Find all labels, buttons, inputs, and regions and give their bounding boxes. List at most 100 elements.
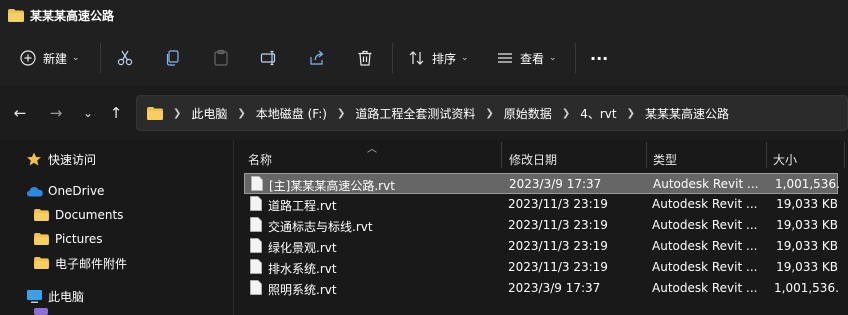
cut-button[interactable] [116,46,134,70]
file-date: 2023/11/3 23:19 [508,197,608,211]
paste-button[interactable] [212,46,230,70]
file-date: 2023/3/9 17:37 [508,281,601,295]
cloud-icon [27,187,43,197]
sort-icon [409,51,424,65]
nav-item-documents[interactable]: Documents [34,204,123,226]
file-row[interactable]: 排水系统.rvt 2023/11/3 23:19 Autodesk Revit … [244,257,838,278]
file-row[interactable]: [主]某某某高速公路.rvt 2023/3/9 17:37 Autodesk R… [244,173,839,194]
sort-label: 排序 [432,51,457,66]
file-row[interactable]: 道路工程.rvt 2023/11/3 23:19 Autodesk Revit … [244,194,838,215]
nav-label: Pictures [55,232,103,246]
file-name: 交通标志与标线.rvt [268,220,373,234]
sort-button[interactable]: 排序 ⌄ [408,46,469,70]
copy-icon [166,50,179,66]
file-date: 2023/11/3 23:19 [508,218,608,232]
arrow-up-icon: ↑ [109,104,123,122]
file-icon [251,176,263,191]
add-icon [20,50,36,66]
chevron-right-icon: ❯ [485,107,494,119]
rename-icon [260,50,276,66]
breadcrumb-this-pc[interactable]: 此电脑 [191,105,227,122]
column-divider[interactable] [501,142,502,168]
nav-item-onedrive[interactable]: OneDrive [26,180,104,202]
file-date: 2023/3/9 17:37 [509,177,602,191]
file-size: 1,001,536... [774,281,838,295]
toolbar-divider [392,43,393,73]
rename-button[interactable] [260,46,278,70]
nav-label: 电子邮件附件 [55,256,128,271]
file-icon [250,259,262,274]
address-bar[interactable]: ❯ 此电脑 ❯ 本地磁盘 (F:) ❯ 道路工程全套测试资料 ❯ 原始数据 ❯ … [136,95,848,131]
column-header-date[interactable]: 修改日期 [509,146,557,172]
view-button[interactable]: 查看 ⌄ [496,46,557,70]
nav-label: OneDrive [48,184,105,198]
up-button[interactable]: ↑ [106,103,126,123]
folder-icon [34,257,49,269]
folder-icon [34,233,49,245]
file-name: 道路工程.rvt [268,199,337,213]
more-options-button[interactable]: ··· [590,46,608,70]
nav-item-pictures[interactable]: Pictures [34,228,103,250]
column-header-type[interactable]: 类型 [653,146,677,172]
view-label: 查看 [520,51,545,66]
chevron-right-icon: ❯ [237,107,246,119]
file-row[interactable]: 交通标志与标线.rvt 2023/11/3 23:19 Autodesk Rev… [244,215,838,236]
title-bar: 某某某高速公路 [0,0,848,30]
file-name: 绿化景观.rvt [268,241,337,255]
column-divider[interactable] [766,142,767,168]
breadcrumb-rvt[interactable]: 4、rvt [580,105,616,122]
new-label: 新建 [43,51,68,66]
chevron-right-icon: ❯ [561,107,571,119]
computer-icon [27,289,42,303]
paste-icon [214,49,228,66]
arrow-left-icon: ← [13,104,27,122]
toolbar-divider [100,43,101,73]
file-icon [250,196,262,211]
file-name: 照明系统.rvt [268,283,337,297]
share-button[interactable] [308,46,326,70]
file-row[interactable]: 照明系统.rvt 2023/3/9 17:37 Autodesk Revit .… [244,278,838,299]
back-button[interactable]: ← [10,103,30,123]
chevron-right-icon: ❯ [173,107,182,119]
column-divider[interactable] [844,142,845,168]
new-button[interactable]: 新建 ⌄ [20,46,80,70]
file-type: Autodesk Revit ... [652,239,758,253]
more-icon: ··· [590,48,609,68]
nav-item-this-pc[interactable]: 此电脑 [26,285,84,307]
column-header-name[interactable]: 名称 [248,146,272,172]
view-icon [498,53,512,63]
nav-item-email-attachments[interactable]: 电子邮件附件 [34,252,127,274]
file-size: 19,033 KB [776,218,838,232]
navigation-row: ← → ⌄ ↑ ❯ 此电脑 ❯ 本地磁盘 (F:) ❯ 道路工程全套测试资料 ❯… [0,85,848,140]
column-header-size[interactable]: 大小 [773,146,797,172]
file-type: Autodesk Revit ... [652,218,758,232]
file-name: [主]某某某高速公路.rvt [269,179,395,193]
breadcrumb-test-data[interactable]: 道路工程全套测试资料 [355,105,475,122]
star-icon [27,152,41,166]
forward-button[interactable]: → [46,103,66,123]
nav-item-quick-access[interactable]: 快速访问 [26,148,96,170]
breadcrumb-current-folder[interactable]: 某某某高速公路 [645,105,729,122]
command-bar: 新建 ⌄ 排序 ⌄ 查看 ⌄ ··· [0,30,848,85]
file-type: Autodesk Revit ... [653,177,759,191]
folder-icon [147,106,163,120]
breadcrumb-raw-data[interactable]: 原始数据 [504,105,552,122]
breadcrumb-local-disk[interactable]: 本地磁盘 (F:) [256,105,327,122]
arrow-right-icon: → [49,104,63,122]
delete-button[interactable] [356,46,374,70]
file-type: Autodesk Revit ... [652,281,758,295]
column-divider[interactable] [646,142,647,168]
toolbar-divider [575,43,576,73]
file-icon [250,238,262,253]
recent-locations-button[interactable]: ⌄ [78,103,98,123]
trash-icon [358,50,372,66]
copy-button[interactable] [164,46,182,70]
file-type: Autodesk Revit ... [652,197,758,211]
chevron-right-icon: ❯ [337,107,346,119]
sort-ascending-icon: ︿ [367,144,377,155]
chevron-down-icon: ⌄ [72,53,80,63]
nav-label: 此电脑 [48,289,85,304]
navigation-pane: 快速访问 OneDrive Documents Pictures 电子邮件附件 … [0,140,232,315]
folder-icon [8,8,24,22]
file-row[interactable]: 绿化景观.rvt 2023/11/3 23:19 Autodesk Revit … [244,236,838,257]
